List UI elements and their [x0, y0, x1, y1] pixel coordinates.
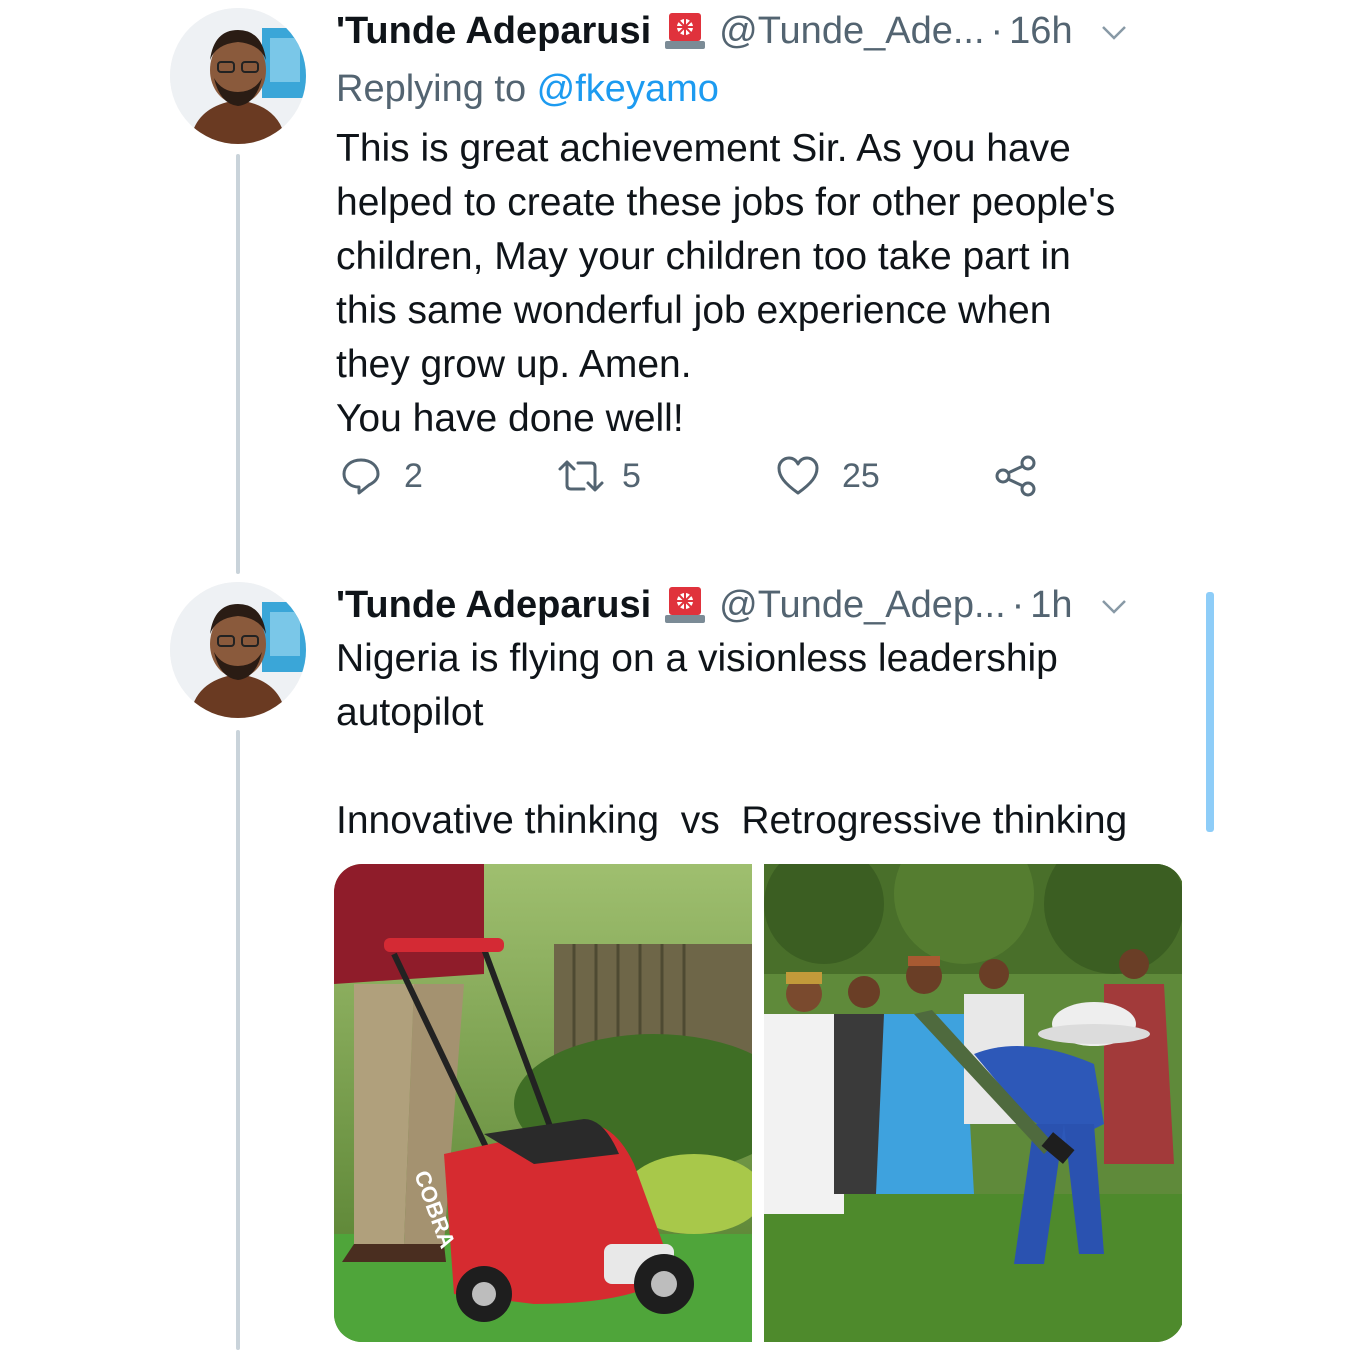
tweet-text: Nigeria is flying on a visionless leader… [336, 632, 1127, 848]
retweet-count: 5 [622, 456, 641, 495]
media-grid: COBRA [334, 864, 1184, 1342]
men-with-cutlass-photo[interactable] [764, 864, 1182, 1342]
reply-count: 2 [404, 456, 423, 495]
tweet-header: 'Tunde Adeparusi @Tunde_Adep... · 1h [336, 582, 1131, 628]
tweet-line: children, May your children too take par… [336, 235, 1071, 278]
share-icon [995, 455, 1036, 497]
mention-link[interactable]: @fkeyamo [537, 68, 719, 110]
handle[interactable]: @Tunde_Ade... [719, 8, 984, 54]
replying-to: Replying to @fkeyamo [336, 66, 719, 112]
tweet-line: this same wonderful job experience when [336, 289, 1052, 332]
retweet-button[interactable]: 5 [556, 455, 641, 497]
timestamp[interactable]: 16h [1009, 8, 1072, 54]
lawnmower-photo[interactable]: COBRA [334, 864, 752, 1342]
avatar[interactable] [170, 582, 306, 718]
separator: · [1011, 584, 1025, 626]
scrollbar[interactable] [1206, 592, 1214, 832]
emergency-light-icon [665, 585, 706, 625]
handle[interactable]: @Tunde_Adep... [719, 582, 1005, 628]
like-count: 25 [842, 456, 880, 495]
thread-line [236, 730, 240, 1350]
separator: · [990, 10, 1004, 52]
tweet-line: autopilot [336, 691, 484, 734]
chevron-down-icon[interactable] [1097, 14, 1131, 48]
heart-icon [777, 456, 819, 495]
share-button[interactable] [994, 454, 1038, 498]
chevron-down-icon[interactable] [1097, 588, 1131, 622]
tweet-line: helped to create these jobs for other pe… [336, 181, 1116, 224]
avatar[interactable] [170, 8, 306, 144]
timestamp[interactable]: 1h [1030, 582, 1072, 628]
tweet-line: This is great achievement Sir. As you ha… [336, 127, 1071, 170]
tweet-line: You have done well! [336, 397, 684, 440]
tweet-line [336, 740, 1127, 794]
reply-button[interactable]: 2 [340, 455, 423, 497]
tweet-header: 'Tunde Adeparusi @Tunde_Ade... · 16h [336, 8, 1131, 54]
display-name[interactable]: 'Tunde Adeparusi [336, 582, 651, 628]
replying-prefix: Replying to [336, 68, 537, 110]
reply-icon [342, 458, 380, 495]
tweet-line: they grow up. Amen. [336, 343, 692, 386]
like-button[interactable]: 25 [776, 455, 880, 497]
emergency-light-icon [665, 11, 706, 51]
tweet-line: Nigeria is flying on a visionless leader… [336, 637, 1058, 680]
tweet-line: Innovative thinking vs Retrogressive thi… [336, 799, 1128, 842]
retweet-icon [558, 460, 604, 492]
display-name[interactable]: 'Tunde Adeparusi [336, 8, 651, 54]
tweet-text: This is great achievement Sir. As you ha… [336, 122, 1115, 446]
thread-line [236, 154, 240, 574]
